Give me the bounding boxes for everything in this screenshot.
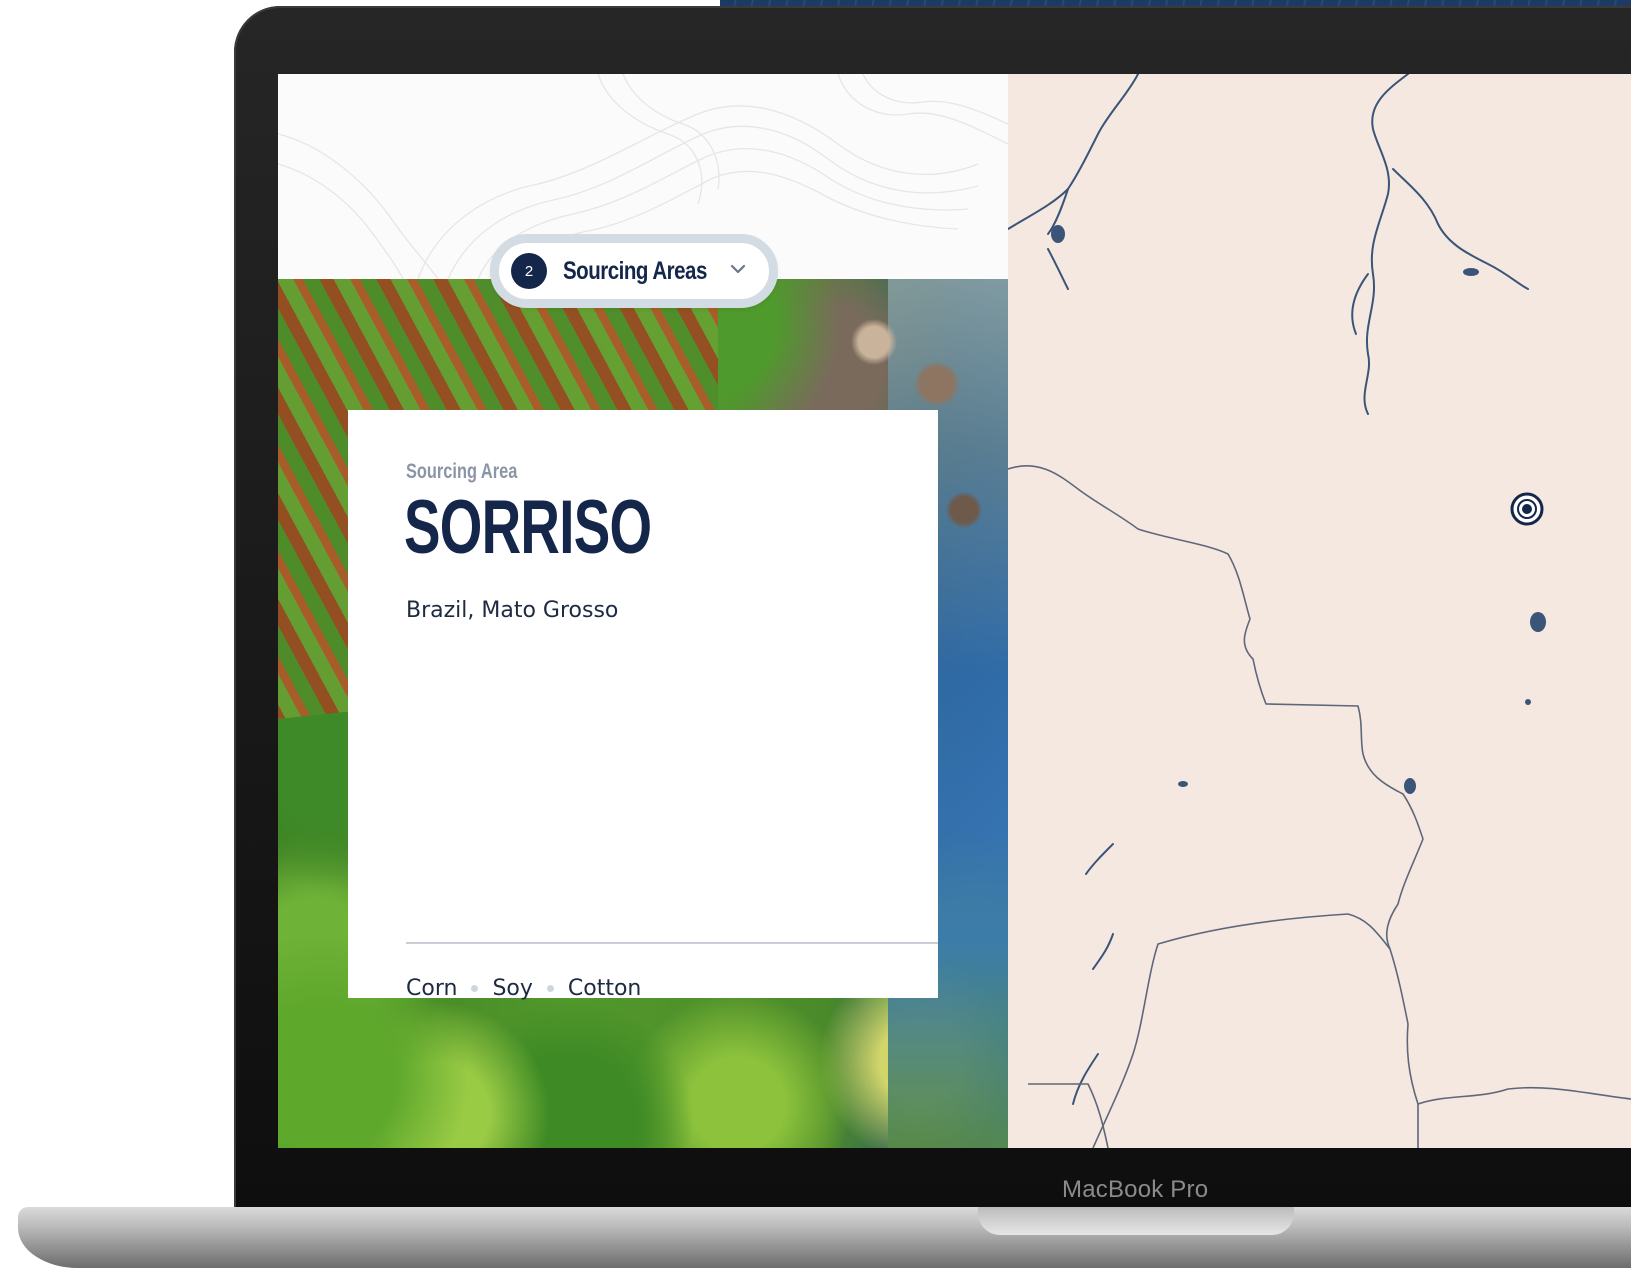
crop-item: Soy (492, 976, 533, 1001)
border-line (1417, 1086, 1631, 1105)
border-line (1008, 465, 1424, 1148)
sourcing-areas-dropdown[interactable]: 2 Sourcing Areas (490, 234, 778, 308)
sourcing-panel: 2 Sourcing Areas Sourcing Area SORRISO B… (278, 74, 1008, 1148)
lake (1530, 612, 1546, 632)
device-label: MacBook Pro (1062, 1176, 1209, 1203)
lake (1051, 225, 1065, 243)
separator-dot (546, 985, 554, 992)
border-line (1092, 913, 1391, 1148)
location-target-icon[interactable] (1510, 492, 1544, 526)
lake (1178, 781, 1188, 787)
map-view[interactable] (1008, 74, 1631, 1148)
lake (1463, 268, 1479, 276)
lake (1525, 699, 1531, 705)
laptop-hinge-notch (978, 1207, 1294, 1235)
crop-item: Cotton (567, 976, 642, 1001)
card-eyebrow: Sourcing Area (406, 460, 518, 483)
chevron-down-icon (729, 260, 747, 283)
river-line (1363, 74, 1409, 415)
separator-dot (471, 985, 479, 992)
sourcing-areas-count-badge: 2 (511, 253, 547, 289)
river-line (1085, 843, 1114, 875)
area-title: SORRISO (404, 485, 652, 570)
river-line (1392, 168, 1529, 290)
lake (1404, 778, 1416, 794)
river-line (1008, 74, 1139, 230)
river-line (1351, 273, 1369, 335)
sourcing-areas-label: Sourcing Areas (563, 256, 707, 285)
area-location: Brazil, Mato Grosso (406, 598, 619, 623)
laptop-base (18, 1207, 1631, 1268)
card-divider (406, 942, 938, 944)
crop-item: Corn (406, 976, 458, 1001)
crop-list: Corn Soy Cotton (406, 976, 641, 1001)
river-line (1092, 933, 1114, 970)
mockup-stage: 2 Sourcing Areas Sourcing Area SORRISO B… (0, 0, 1631, 1268)
river-line (1047, 248, 1069, 290)
sourcing-area-card: Sourcing Area SORRISO Brazil, Mato Gross… (348, 410, 938, 1001)
laptop-screen: 2 Sourcing Areas Sourcing Area SORRISO B… (278, 74, 1631, 1148)
border-line (1028, 1083, 1109, 1148)
